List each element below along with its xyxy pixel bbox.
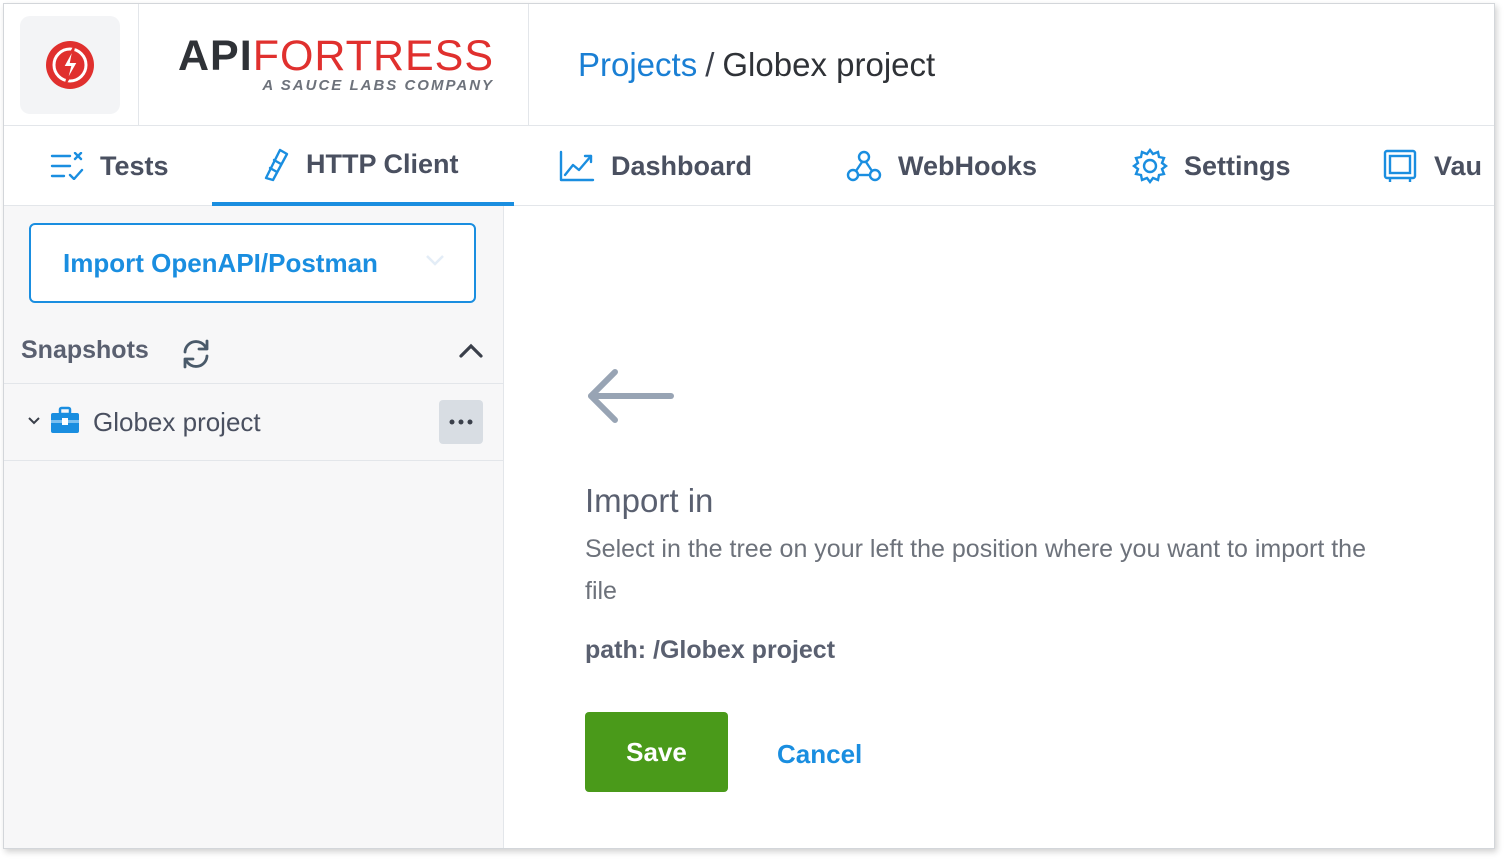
tree-item-globex-project[interactable]: Globex project [4,384,504,461]
lightning-logo-icon [46,41,94,89]
briefcase-icon [51,406,79,433]
breadcrumb-separator: / [705,46,715,83]
tab-dashboard[interactable]: Dashboard [559,126,752,206]
tab-tests[interactable]: Tests [50,126,169,206]
tab-webhooks[interactable]: WebHooks [846,126,1037,206]
gear-icon [1132,148,1168,184]
refresh-icon[interactable] [180,338,212,370]
vault-icon [1383,149,1417,182]
sidebar: Import OpenAPI/Postman Snapshots Globex … [4,206,504,848]
tab-webhooks-label: WebHooks [898,150,1038,181]
tab-settings-label: Settings [1184,150,1291,181]
tests-icon [50,152,84,180]
import-path: path: /Globex project [585,636,836,664]
top-header: APIFORTRESS A SAUCE LABS COMPANY Project… [4,4,1494,126]
arrow-left-icon [588,369,674,423]
app-window: APIFORTRESS A SAUCE LABS COMPANY Project… [3,3,1495,849]
import-title: Import in [585,482,714,519]
import-openapi-button[interactable]: Import OpenAPI/Postman [29,223,476,303]
brand-fortress-text: FORTRESS [252,32,495,80]
brand-tagline: A SAUCE LABS COMPANY [262,77,495,94]
breadcrumb: Projects / Globex project [578,46,935,84]
tab-tests-label: Tests [100,150,169,181]
chevron-up-icon[interactable] [458,342,484,360]
tree-item-label: Globex project [93,407,261,437]
breadcrumb-current: Globex project [722,46,936,83]
tab-http-client[interactable]: HTTP Client [212,126,514,206]
ellipsis-icon [449,419,473,425]
tab-vault-label: Vau [1434,150,1483,181]
tab-vault[interactable]: Vau [1382,126,1482,206]
snapshots-header: Snapshots [4,324,504,384]
brand-api-text: API [178,32,253,80]
import-panel: Import in Select in the tree on your lef… [505,206,1494,848]
snapshots-title: Snapshots [21,336,149,364]
header-divider [138,4,139,126]
tab-dashboard-label: Dashboard [611,150,753,181]
main-tabs: Tests HTTP Client Dashboard WebHooks Set… [4,126,1494,206]
import-description: Select in the tree on your left the posi… [585,535,1366,605]
header-divider [528,4,529,126]
http-client-icon [264,148,289,182]
chevron-down-icon[interactable] [424,253,446,267]
save-button[interactable]: Save [585,712,728,792]
tab-http-client-label: HTTP Client [306,148,459,179]
brand-wordmark: APIFORTRESS A SAUCE LABS COMPANY [178,32,495,94]
chart-line-icon [559,150,595,182]
cancel-button[interactable]: Cancel [777,739,862,770]
webhook-icon [846,150,882,182]
app-logo[interactable] [20,16,120,114]
import-button-label: Import OpenAPI/Postman [63,247,378,278]
chevron-down-icon[interactable] [26,415,42,427]
more-options-button[interactable] [439,400,483,444]
breadcrumb-projects-link[interactable]: Projects [578,46,697,83]
tab-settings[interactable]: Settings [1132,126,1291,206]
